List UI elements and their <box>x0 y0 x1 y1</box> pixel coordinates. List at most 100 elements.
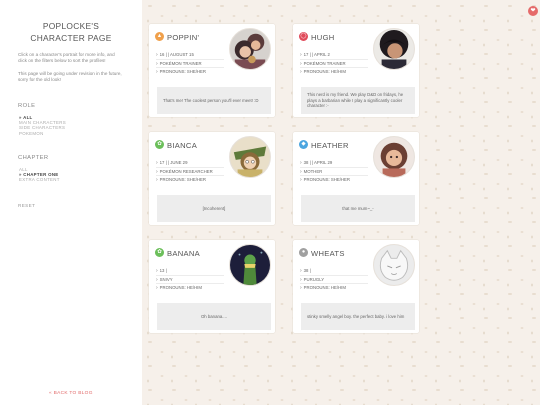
info-value: PRONOUNS: HE/HIM <box>303 69 346 74</box>
character-portrait[interactable] <box>373 136 415 178</box>
character-quote: That's me! The coolest person you'll eve… <box>157 87 271 114</box>
role-heading: ROLE <box>18 102 36 109</box>
info-age-birthday: › 38 | | APRIL 29 <box>300 159 368 168</box>
character-name: BANANA <box>167 249 201 258</box>
reset-button[interactable]: RESET <box>18 203 124 208</box>
character-card-bianca[interactable]: ✿ BIANCA › 17 | | JUNE 29 › POKÉMON RESEAR… <box>149 132 275 225</box>
character-info: › 13 | › SNIVY › PRONOUNS: HE/HIM <box>156 267 224 293</box>
chevron-right-icon: › <box>300 52 302 58</box>
role-filters: » ALL MAIN CHARACTERS SIDE CHARACTERS PO… <box>18 115 124 136</box>
portrait-image <box>230 245 270 285</box>
info-pronouns: › PRONOUNS: SHE/HER <box>156 176 224 185</box>
portrait-image <box>374 137 414 177</box>
chevron-right-icon: › <box>300 69 302 75</box>
character-quote: Oh banana.... <box>157 303 271 330</box>
character-name: WHEATS <box>311 249 345 258</box>
info-value: PRONOUNS: HE/HIM <box>159 285 202 290</box>
info-value: SNIVY <box>159 276 173 282</box>
revision-note: This page will be going under revision i… <box>18 70 122 83</box>
info-occupation: › MOTHER <box>300 168 368 176</box>
character-portrait[interactable] <box>229 136 271 178</box>
info-value: 38 | | APRIL 29 <box>303 160 333 165</box>
info-occupation: › POKÉMON RESEARCHER <box>156 168 224 176</box>
info-species: › SNIVY <box>156 276 224 284</box>
character-info: › 17 | | JUNE 29 › POKÉMON RESEARCHER › PRO… <box>156 159 224 185</box>
character-card-heather[interactable]: ◆ HEATHER › 38 | | APRIL 29 › MOTHER › PRON… <box>293 132 419 225</box>
filter-pokemon[interactable]: POKEMON <box>19 131 124 136</box>
info-age-birthday: › 17 | | APRIL 2 <box>300 51 368 60</box>
character-quote: that me mum~_- <box>301 195 415 222</box>
character-portrait[interactable] <box>229 244 271 286</box>
info-pronouns: › PRONOUNS: HE/HIM <box>300 68 368 77</box>
info-value: PURUGLY <box>303 276 325 282</box>
portrait-image <box>230 29 270 69</box>
character-portrait[interactable] <box>373 244 415 286</box>
info-species: › PURUGLY <box>300 276 368 284</box>
water-drop-icon: ◆ <box>299 140 308 149</box>
info-pronouns: › PRONOUNS: HE/HIM <box>156 284 224 293</box>
chapter-filters: ALL » CHAPTER ONE EXTRA CONTENT <box>18 167 124 183</box>
chevron-right-icon: › <box>156 276 158 283</box>
info-value: PRONOUNS: SHE/HER <box>159 69 206 74</box>
chevron-right-icon: › <box>156 285 158 291</box>
back-to-blog-link[interactable]: « BACK TO BLOG <box>49 391 93 396</box>
character-quote: This nerd is my friend. We play D&D on f… <box>301 87 415 114</box>
info-age: › 13 | <box>156 267 224 276</box>
chevron-right-icon: › <box>300 160 302 166</box>
chevron-right-icon: › <box>156 177 158 183</box>
intro-paragraph: Click on a character's portrait for more… <box>18 52 115 64</box>
info-age-birthday: › 17 | | JUNE 29 <box>156 159 224 168</box>
info-value: POKÉMON TRAINER <box>159 60 202 66</box>
sidebar: POPLOCKE'S CHARACTER PAGE Click on a cha… <box>0 0 142 405</box>
fire-icon: ▲ <box>155 32 164 41</box>
info-value: PRONOUNS: HE/HIM <box>303 285 346 290</box>
character-card-hugh[interactable]: ◯ HUGH › 17 | | APRIL 2 › POKÉMON TRAINER … <box>293 24 419 117</box>
info-value: POKÉMON RESEARCHER <box>159 168 213 174</box>
character-info: › 17 | | APRIL 2 › POKÉMON TRAINER › PRONOU… <box>300 51 368 77</box>
chevron-right-icon: › <box>300 177 302 183</box>
info-value: 16 | | AUGUST 15 <box>159 52 194 57</box>
info-value: PRONOUNS: SHE/HER <box>303 177 350 182</box>
chevron-right-icon: › <box>300 268 302 274</box>
character-name: HUGH <box>311 33 335 42</box>
chapter-heading: CHAPTER <box>18 154 49 161</box>
character-info: › 16 | | AUGUST 15 › POKÉMON TRAINER › PRON… <box>156 51 224 77</box>
info-value: 17 | | APRIL 2 <box>303 52 330 57</box>
chevron-right-icon: › <box>300 276 302 283</box>
character-name: POPPIN' <box>167 33 200 42</box>
info-age: › 38 | <box>300 267 368 276</box>
info-value: 17 | | JUNE 29 <box>159 160 188 165</box>
chevron-right-icon: › <box>156 52 158 58</box>
character-quote: [Incoherent] <box>157 195 271 222</box>
info-pronouns: › PRONOUNS: HE/HIM <box>300 284 368 293</box>
normal-type-icon: ● <box>299 248 308 257</box>
info-value: POKÉMON TRAINER <box>303 60 346 66</box>
character-card-poppin[interactable]: ▲ POPPIN' › 16 | | AUGUST 15 › POKÉMON TRA… <box>149 24 275 117</box>
leaf-icon: ✿ <box>155 248 164 257</box>
chevron-right-icon: › <box>156 60 158 67</box>
portrait-image <box>230 137 270 177</box>
character-quote: stinky smelly angel boy. the perfect bab… <box>301 303 415 330</box>
chevron-right-icon: › <box>156 268 158 274</box>
page-title: POPLOCKE'S CHARACTER PAGE <box>30 21 112 43</box>
chevron-right-icon: › <box>156 160 158 166</box>
character-name: HEATHER <box>311 141 349 150</box>
chevron-right-icon: › <box>156 69 158 75</box>
filter-extra-content[interactable]: EXTRA CONTENT <box>19 177 124 182</box>
info-value: 38 | <box>303 268 311 273</box>
character-card-banana[interactable]: ✿ BANANA › 13 | › SNIVY › PRONOUNS: HE/HIM … <box>149 240 275 333</box>
info-value: PRONOUNS: SHE/HER <box>159 177 206 182</box>
portrait-image <box>374 245 414 285</box>
character-portrait[interactable] <box>229 28 271 70</box>
portrait-image <box>374 29 414 69</box>
character-name: BIANCA <box>167 141 198 150</box>
character-portrait[interactable] <box>373 28 415 70</box>
chevron-right-icon: › <box>300 60 302 67</box>
character-info: › 38 | › PURUGLY › PRONOUNS: HE/HIM <box>300 267 368 293</box>
chevron-right-icon: › <box>300 168 302 175</box>
character-card-wheats[interactable]: ● WHEATS › 38 | › PURUGLY › PRONOUNS: HE/HI… <box>293 240 419 333</box>
info-occupation: › POKÉMON TRAINER <box>156 60 224 68</box>
pokeball-icon: ◯ <box>299 32 308 41</box>
info-pronouns: › PRONOUNS: SHE/HER <box>156 68 224 77</box>
heart-icon[interactable]: ❤ <box>528 6 538 16</box>
